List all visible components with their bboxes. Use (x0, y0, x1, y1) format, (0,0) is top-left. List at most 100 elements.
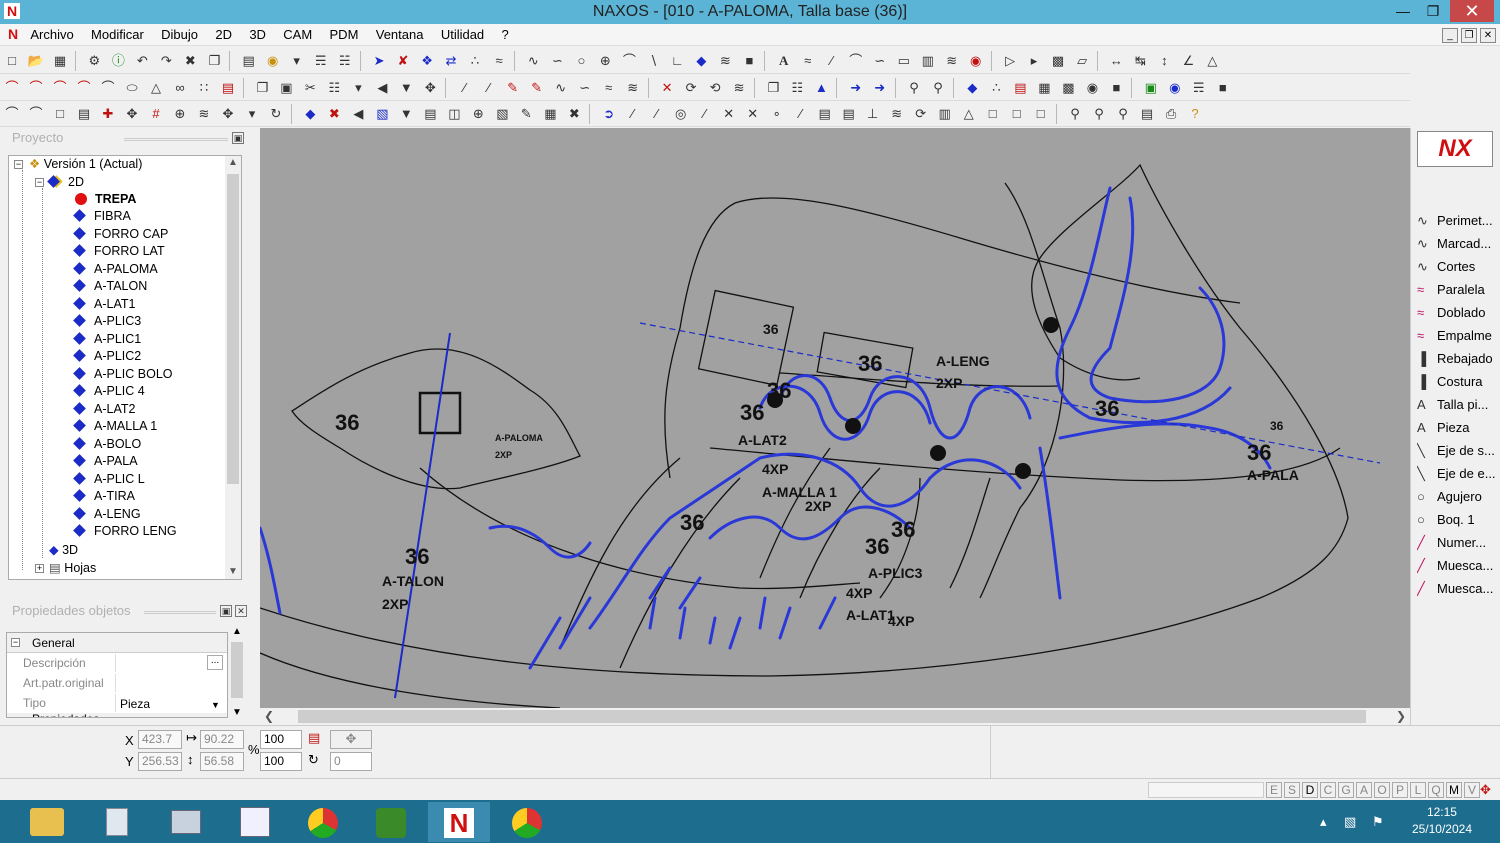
tool-ao-icon[interactable]: □ (1030, 103, 1052, 125)
zoom-in-icon[interactable]: ⚲ (1064, 103, 1086, 125)
tree-piece[interactable]: A-PLIC 4 (73, 383, 145, 400)
mdi-close-button[interactable]: ✕ (1480, 28, 1496, 43)
hash-icon[interactable]: # (145, 103, 167, 125)
taskbar-chrome-2[interactable] (496, 802, 558, 842)
network-icon[interactable]: ▧ (1344, 814, 1356, 830)
props-panel-close-button[interactable]: ✕ (235, 605, 247, 617)
maximize-button[interactable]: ❐ (1418, 0, 1448, 22)
tool-k-icon[interactable]: ▱ (1071, 50, 1093, 72)
cross2-icon[interactable]: ✕ (718, 103, 740, 125)
tree-piece[interactable]: FORRO LENG (73, 523, 177, 540)
paint-icon[interactable]: ◉ (262, 50, 284, 72)
rotation-field[interactable]: 0 (330, 752, 372, 771)
tree-piece[interactable]: A-PLIC L (73, 471, 145, 488)
status-key-e[interactable]: E (1266, 782, 1282, 798)
tree-piece[interactable]: A-LENG (73, 506, 141, 523)
tool-ejedes[interactable]: ╲ Eje de s... (1417, 440, 1500, 462)
tool-l-icon[interactable]: △ (1201, 50, 1223, 72)
tool-aa-icon[interactable]: ◀ (347, 103, 369, 125)
tool-marcad[interactable]: ∿ Marcad... (1417, 233, 1500, 255)
dropdown2-icon[interactable]: ▾ (347, 77, 369, 99)
tool-perimet[interactable]: ∿ Perimet... (1417, 210, 1500, 232)
scroll-right-icon[interactable]: ❯ (1396, 709, 1406, 723)
tool-b-icon[interactable]: ☵ (334, 50, 356, 72)
taskbar-calculator[interactable] (86, 802, 148, 842)
project-tree[interactable]: − ❖ Versión 1 (Actual) − 2D TREPA FIBRA F… (8, 155, 242, 580)
delete-all-icon[interactable]: ✖ (179, 50, 201, 72)
dots-icon[interactable]: ∷ (193, 77, 215, 99)
tree-scrollbar[interactable]: ▲ ▼ (225, 156, 241, 579)
close-button[interactable]: ✕ (1450, 0, 1494, 22)
description-browse-button[interactable]: ... (207, 655, 223, 670)
spline-icon[interactable]: ∽ (546, 50, 568, 72)
dot-icon[interactable]: ∘ (766, 103, 788, 125)
cut-icon[interactable]: ✂ (299, 77, 321, 99)
dimline-d-icon[interactable]: ∕ (790, 103, 812, 125)
tool-r-icon[interactable]: ▩ (1057, 77, 1079, 99)
new-file-icon[interactable]: □ (1, 50, 23, 72)
circle-icon[interactable]: ○ (570, 50, 592, 72)
tool-a-icon[interactable]: ☴ (310, 50, 332, 72)
offset-icon[interactable]: ≈ (797, 50, 819, 72)
measure2-icon[interactable]: ▤ (1136, 103, 1158, 125)
tool-i-icon[interactable]: ▸ (1023, 50, 1045, 72)
tool-p-icon[interactable]: ▤ (1009, 77, 1031, 99)
status-key-d[interactable]: D (1302, 782, 1318, 798)
tool-u-icon[interactable]: ☴ (1188, 77, 1210, 99)
status-snap-icon[interactable]: ✥ (1480, 782, 1491, 798)
menu-utilidad[interactable]: Utilidad (434, 24, 491, 45)
menu-modificar[interactable]: Modificar (84, 24, 151, 45)
scale-lock-icon[interactable]: ▤ (308, 730, 320, 746)
refresh-icon[interactable]: ↻ (265, 103, 287, 125)
tool-ab-icon[interactable]: ▧ (371, 103, 393, 125)
canvas-scroll-thumb[interactable] (298, 710, 1366, 723)
tool-paralela[interactable]: ≈ Paralela (1417, 279, 1500, 301)
taskbar-app-6[interactable] (360, 802, 422, 842)
props-scroll-down-icon[interactable]: ▼ (232, 707, 242, 718)
wave-icon[interactable]: ≋ (714, 50, 736, 72)
rect-icon[interactable]: ▭ (893, 50, 915, 72)
tool-v-icon[interactable]: ■ (1212, 77, 1234, 99)
status-key-m[interactable]: M (1446, 782, 1462, 798)
ruler-icon[interactable]: ▤ (814, 103, 836, 125)
cancel-tool-icon[interactable]: ✖ (323, 103, 345, 125)
tree-piece[interactable]: A-MALLA 1 (73, 418, 157, 435)
tray-up-icon[interactable]: ▴ (1320, 814, 1327, 830)
up-down-icon[interactable]: ▲ (810, 77, 832, 99)
wave2-icon[interactable]: ≋ (886, 103, 908, 125)
status-key-c[interactable]: C (1320, 782, 1336, 798)
tree-piece[interactable]: A-PLIC BOLO (73, 366, 173, 383)
scroll-left-icon[interactable]: ❮ (264, 709, 274, 723)
props-scroll-up-icon[interactable]: ▲ (232, 626, 242, 637)
tool-ad-icon[interactable]: ▤ (419, 103, 441, 125)
tool-pieza[interactable]: A Pieza (1417, 417, 1500, 439)
dropdown3-icon[interactable]: ▾ (241, 103, 263, 125)
menu-dibujo[interactable]: Dibujo (154, 24, 205, 45)
arrow-out-icon[interactable]: ➜ (869, 77, 891, 99)
rotate-c-icon[interactable]: ⟳ (910, 103, 932, 125)
arc-tool-2-icon[interactable]: ⌒ (25, 77, 47, 99)
menu-2d[interactable]: 2D (208, 24, 239, 45)
image-icon[interactable]: ▣ (1140, 77, 1162, 99)
menu-pdm[interactable]: PDM (323, 24, 366, 45)
canvas-hscrollbar[interactable]: ❮ ❯ (260, 708, 1410, 725)
curve-icon[interactable]: ∿ (522, 50, 544, 72)
zoom-out-icon[interactable]: ⚲ (1088, 103, 1110, 125)
tool-m-icon[interactable]: ✥ (419, 77, 441, 99)
tool-g-icon[interactable]: ◉ (965, 50, 987, 72)
flip-h-icon[interactable]: ◀ (371, 77, 393, 99)
trim-icon[interactable]: ✕ (656, 77, 678, 99)
tool-empalme[interactable]: ≈ Empalme (1417, 325, 1500, 347)
tool-muesca[interactable]: ╱ Muesca... (1417, 578, 1500, 600)
flip-v-icon[interactable]: ▼ (395, 77, 417, 99)
tool-c-icon[interactable]: ∴ (464, 50, 486, 72)
tool-x-icon[interactable]: ≋ (193, 103, 215, 125)
status-key-v[interactable]: V (1464, 782, 1480, 798)
menu-ventana[interactable]: Ventana (369, 24, 431, 45)
menu-help[interactable]: ? (495, 24, 516, 45)
curve5-icon[interactable]: ≋ (622, 77, 644, 99)
minimize-button[interactable]: — (1388, 0, 1418, 22)
arc-icon[interactable]: ⌒ (618, 50, 640, 72)
tool-an-icon[interactable]: □ (1006, 103, 1028, 125)
help-icon[interactable]: ? (1184, 103, 1206, 125)
